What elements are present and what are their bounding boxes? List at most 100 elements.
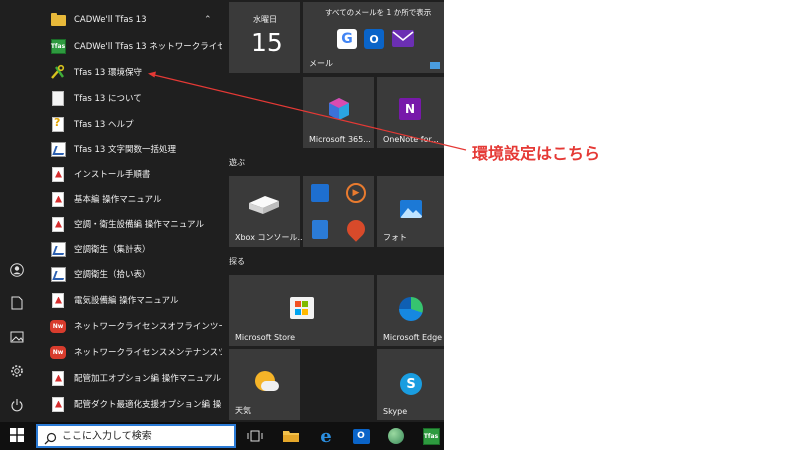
mail-envelope-icon: [392, 30, 414, 47]
microsoft-365-label: Microsoft 365...: [309, 135, 371, 144]
network-globe-icon[interactable]: [386, 426, 406, 446]
gmail-icon: G: [337, 29, 357, 49]
chart-icon: [50, 266, 66, 282]
search-input[interactable]: [62, 428, 232, 444]
taskbar: e O Tfas: [0, 422, 444, 450]
tfas-taskbar-icon[interactable]: Tfas: [421, 426, 441, 446]
xbox-tile[interactable]: Xbox コンソール...: [229, 176, 305, 247]
microsoft-365-tile[interactable]: Microsoft 365...: [303, 77, 374, 148]
taskbar-search-box[interactable]: [36, 424, 236, 448]
pdf-icon: [50, 396, 66, 412]
microsoft-store-tile[interactable]: Microsoft Store: [229, 275, 374, 346]
maps-pin-icon: [343, 216, 369, 242]
app-item-tfas-text-batch[interactable]: Tfas 13 文字関数一括処理: [34, 137, 222, 161]
onenote-label: OneNote for...: [383, 135, 439, 144]
file-explorer-icon[interactable]: [281, 426, 301, 446]
start-left-rail: [0, 0, 34, 422]
weather-label: 天気: [235, 406, 251, 415]
tfas-icon: Tfas: [50, 38, 66, 54]
user-account-icon[interactable]: [9, 262, 25, 278]
play-folder-tile[interactable]: ▶: [303, 176, 374, 247]
app-item-label: 電気設備編 操作マニュアル: [74, 296, 179, 306]
help-icon: [50, 116, 66, 132]
microsoft-365-icon: [328, 97, 350, 125]
app-item-hvac-manual[interactable]: 空調・衛生設備編 操作マニュアル: [34, 212, 222, 236]
store-bag-icon: [290, 297, 314, 319]
start-menu: CADWe'll Tfas 13 ⌃ Tfas CADWe'll Tfas 13…: [0, 0, 444, 422]
pdf-icon: [50, 191, 66, 207]
app-item-duct-option-manual[interactable]: 配管ダクト最適化支援オプション編 操...: [34, 392, 222, 416]
outlook-taskbar-icon[interactable]: O: [351, 426, 371, 446]
microsoft-store-label: Microsoft Store: [235, 333, 296, 342]
document-icon: [50, 90, 66, 106]
screenshot: CADWe'll Tfas 13 ⌃ Tfas CADWe'll Tfas 13…: [0, 0, 800, 450]
app-item-label: 空調衛生（集計表）: [74, 245, 151, 255]
app-item-label: 空調衛生（拾い表）: [74, 270, 151, 280]
annotation-label: 環境設定はこちら: [472, 144, 601, 163]
task-view-icon[interactable]: [245, 426, 265, 446]
app-item-license-maintenance-tool[interactable]: Nw ネットワークライセンスメンテナンスツール: [34, 340, 222, 364]
xbox-console-icon: [247, 193, 281, 221]
pictures-icon[interactable]: [9, 329, 25, 345]
section-play-label: 遊ぶ: [229, 158, 245, 167]
onenote-tile[interactable]: N OneNote for...: [377, 77, 444, 148]
photos-icon: [400, 200, 422, 218]
mail-badge-icon: [430, 62, 440, 69]
weather-tile[interactable]: 天気: [229, 349, 300, 420]
app-item-label: 基本編 操作マニュアル: [74, 195, 162, 205]
app-item-label: CADWe'll Tfas 13 ネットワークライセンス...: [74, 42, 222, 52]
calendar-tile[interactable]: 水曜日 15: [229, 2, 300, 73]
mail-tile-header: すべてのメールを 1 か所で表示: [325, 8, 432, 17]
groove-music-icon: ▶: [346, 183, 366, 203]
app-item-tfas-about[interactable]: Tfas 13 について: [34, 86, 222, 110]
folder-icon: [50, 12, 66, 28]
calendar-day: 15: [251, 28, 283, 57]
edge-icon: [399, 297, 423, 321]
settings-gear-icon[interactable]: [9, 363, 25, 379]
app-item-basic-manual[interactable]: 基本編 操作マニュアル: [34, 187, 222, 211]
mail-tile[interactable]: すべてのメールを 1 か所で表示 G O メール: [303, 2, 444, 73]
app-item-label: Tfas 13 ヘルプ: [74, 120, 134, 130]
chevron-up-icon: ⌃: [204, 15, 212, 25]
pdf-icon: [50, 166, 66, 182]
network-license-icon: Nw: [50, 318, 66, 334]
photos-label: フォト: [383, 233, 407, 242]
app-item-tfas-maintenance[interactable]: Tfas 13 環境保守: [34, 60, 222, 84]
app-item-piping-option-manual[interactable]: 配管加工オプション編 操作マニュアル: [34, 366, 222, 390]
power-icon[interactable]: [9, 397, 25, 413]
chart-icon: [50, 141, 66, 157]
documents-icon[interactable]: [9, 295, 25, 311]
app-item-label: Tfas 13 について: [74, 94, 142, 104]
windows-logo-icon: [10, 427, 24, 446]
app-item-label: ネットワークライセンスメンテナンスツール: [74, 348, 222, 358]
tools-icon: [50, 64, 66, 80]
app-item-label: 空調・衛生設備編 操作マニュアル: [74, 220, 204, 230]
skype-tile[interactable]: S Skype: [377, 349, 444, 420]
skype-label: Skype: [383, 407, 408, 416]
app-list: CADWe'll Tfas 13 ⌃ Tfas CADWe'll Tfas 13…: [34, 0, 222, 422]
skype-icon: S: [400, 373, 422, 395]
start-button[interactable]: [0, 422, 34, 450]
network-license-icon: Nw: [50, 344, 66, 360]
onenote-icon: N: [399, 98, 421, 120]
app-item-electrical-manual[interactable]: 電気設備編 操作マニュアル: [34, 288, 222, 312]
pdf-icon: [50, 370, 66, 386]
app-item-label: ネットワークライセンスオフラインツール: [74, 322, 222, 332]
app-item-install-guide[interactable]: インストール手順書: [34, 162, 222, 186]
app-item-label: Tfas 13 環境保守: [74, 68, 143, 78]
movies-tv-icon: [311, 184, 329, 202]
microsoft-edge-label: Microsoft Edge: [383, 333, 443, 342]
calculator-icon: [312, 220, 328, 239]
app-item-hvac-summary[interactable]: 空調衛生（集計表）: [34, 237, 222, 261]
mail-tile-label: メール: [309, 59, 333, 68]
photos-tile[interactable]: フォト: [377, 176, 444, 247]
app-group-header[interactable]: CADWe'll Tfas 13 ⌃: [34, 8, 222, 32]
search-icon: [44, 430, 57, 449]
app-item-tfas-network-license[interactable]: Tfas CADWe'll Tfas 13 ネットワークライセンス...: [34, 34, 222, 58]
app-item-hvac-takeoff[interactable]: 空調衛生（拾い表）: [34, 262, 222, 286]
app-item-tfas-help[interactable]: Tfas 13 ヘルプ: [34, 112, 222, 136]
app-item-label: Tfas 13 文字関数一括処理: [74, 145, 177, 155]
app-item-license-offline-tool[interactable]: Nw ネットワークライセンスオフラインツール: [34, 314, 222, 338]
internet-explorer-icon[interactable]: e: [316, 426, 336, 447]
microsoft-edge-tile[interactable]: Microsoft Edge: [377, 275, 444, 346]
